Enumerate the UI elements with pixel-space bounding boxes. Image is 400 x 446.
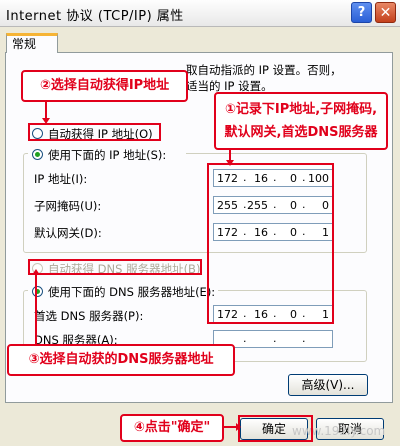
values-highlight bbox=[207, 163, 334, 324]
step1-line-2: 默认网关,首选DNS服务器 bbox=[224, 125, 378, 140]
step4-callout: ④点击"确定" bbox=[120, 414, 224, 442]
step3-callout: ③选择自动获的DNS服务器地址 bbox=[7, 344, 235, 376]
auto-ip-highlight bbox=[28, 123, 161, 141]
annotation-arrows bbox=[32, 102, 241, 431]
step1-callout: ①记录下IP地址,子网掩码, 默认网关,首选DNS服务器 bbox=[214, 92, 388, 150]
step1-line-1: ①记录下IP地址,子网掩码, bbox=[224, 102, 378, 117]
ok-highlight bbox=[238, 415, 313, 442]
auto-dns-highlight bbox=[28, 259, 202, 275]
step2-callout: ②选择自动获得IP地址 bbox=[21, 70, 188, 102]
